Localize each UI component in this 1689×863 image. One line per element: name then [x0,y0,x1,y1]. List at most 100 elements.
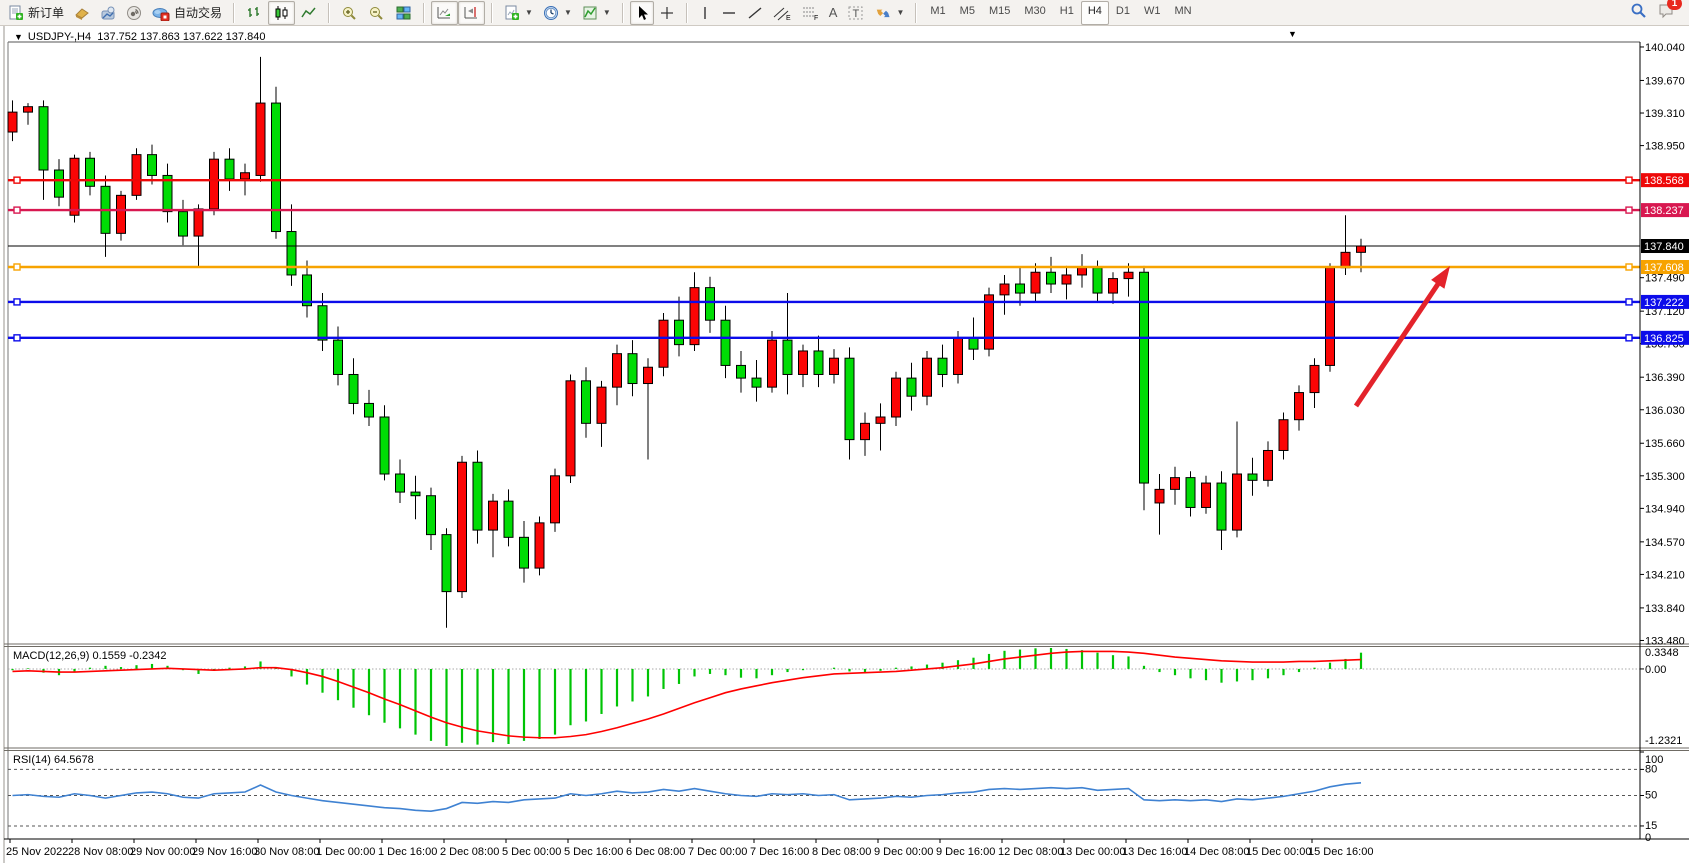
candle-bearish [969,338,978,349]
channel-tool-button[interactable]: E [768,1,796,25]
new-chart-button[interactable]: ▼ [499,1,538,25]
horizontal-line-icon [721,5,737,21]
timeframe-button-mn[interactable]: MN [1167,1,1198,25]
timeframe-button-h1[interactable]: H1 [1053,1,1081,25]
tile-windows-button[interactable] [390,1,417,25]
chart-symbol-period: USDJPY-,H4 [28,31,91,43]
toolbar-separator [622,3,624,23]
symbol-dropdown-icon[interactable]: ▼ [14,32,23,42]
candle-bearish [721,320,730,365]
crosshair-tool-button[interactable] [654,1,680,25]
cursor-icon [635,5,649,21]
candle-bullish [458,462,467,591]
vertical-line-tool-button[interactable] [694,1,716,25]
time-tick-label: 30 Nov 08:00 [254,846,319,858]
trendline-tool-button[interactable] [742,1,768,25]
time-tick-label: 2 Dec 08:00 [440,846,499,858]
arrows-icon [875,5,891,21]
search-icon[interactable] [1630,2,1647,24]
chart-menu-arrow-icon[interactable]: ▼ [1288,29,1297,39]
candle-bearish [411,492,420,496]
text-label-tool-button[interactable]: T [842,1,870,25]
line-handle[interactable] [14,264,20,270]
price-tick-label: 138.950 [1645,141,1685,153]
timeframe-button-h4[interactable]: H4 [1081,1,1109,25]
terminal-button[interactable] [95,1,121,25]
market-watch-button[interactable] [69,1,95,25]
candle-bearish [845,358,854,439]
cursor-tool-button[interactable] [630,1,654,25]
candle-bearish [334,340,343,374]
line-handle[interactable] [14,177,20,183]
svg-text:T: T [853,8,860,20]
indicators-button[interactable]: ▼ [577,1,616,25]
candle-bullish [1078,268,1087,275]
candlestick-mode-button[interactable] [268,1,295,25]
candle-bearish [1217,483,1226,530]
timeframe-button-m15[interactable]: M15 [982,1,1017,25]
macd-indicator-label: MACD(12,26,9) 0.1559 -0.2342 [13,650,166,662]
line-handle[interactable] [1626,264,1632,270]
arrows-tool-button[interactable]: ▼ [870,1,909,25]
timeframe-button-w1[interactable]: W1 [1137,1,1168,25]
zoom-in-button[interactable] [336,1,363,25]
text-label-icon: T [847,5,865,21]
line-handle[interactable] [1626,335,1632,341]
timeframe-button-m1[interactable]: M1 [923,1,952,25]
candle-bearish [473,462,482,530]
auto-scroll-button[interactable] [431,1,458,25]
time-tick-label: 15 Dec 16:00 [1308,846,1373,858]
candle-bullish [768,340,777,387]
macd-axis-zero: 0.00 [1645,664,1666,676]
chevron-down-icon: ▼ [525,8,533,17]
candle-bullish [566,381,575,476]
candle-bullish [210,159,219,209]
time-tick-label: 13 Dec 00:00 [1060,846,1125,858]
candle-bearish [1140,272,1149,483]
line-chart-mode-button[interactable] [295,1,322,25]
line-handle[interactable] [1626,207,1632,213]
new-order-button[interactable]: 新订单 [3,1,69,25]
notifications-button[interactable]: 1 [1657,2,1675,24]
period-button[interactable]: ▼ [538,1,577,25]
vertical-line-icon [699,5,711,21]
broadcast-button[interactable] [121,1,147,25]
bar-chart-mode-button[interactable] [241,1,268,25]
toolbar-separator [686,3,688,23]
clock-icon [543,5,559,21]
price-badge-label: 137.840 [1644,241,1684,253]
line-handle[interactable] [14,335,20,341]
line-handle[interactable] [1626,299,1632,305]
candle-bullish [1310,365,1319,392]
tile-windows-icon [395,5,412,21]
horizontal-line-tool-button[interactable] [716,1,742,25]
line-handle[interactable] [1626,177,1632,183]
text-tool-button[interactable]: A [824,1,843,25]
autotrading-button[interactable]: 自动交易 [147,1,227,25]
candle-bearish [520,537,529,568]
timeframe-button-d1[interactable]: D1 [1109,1,1137,25]
price-tick-label: 135.300 [1645,471,1685,483]
candle-bullish [1326,268,1335,366]
line-handle[interactable] [14,207,20,213]
market-watch-icon [74,5,90,21]
candle-bullish [1000,284,1009,295]
line-handle[interactable] [14,299,20,305]
chart-ohlc-values: 137.752 137.863 137.622 137.840 [97,31,265,43]
candle-bearish [737,365,746,378]
timeframe-button-m5[interactable]: M5 [953,1,982,25]
price-chart-svg[interactable]: 140.040139.670139.310138.950137.490137.1… [0,26,1689,863]
candle-bearish [148,155,157,176]
chart-shift-button[interactable] [458,1,485,25]
autotrading-icon [152,5,170,21]
time-tick-label: 14 Dec 08:00 [1184,846,1249,858]
zoom-out-button[interactable] [363,1,390,25]
toolbar-separator [328,3,330,23]
timeframe-button-m30[interactable]: M30 [1017,1,1052,25]
fibonacci-tool-button[interactable]: F [796,1,824,25]
candle-bullish [1233,474,1242,530]
rsi-axis-label: 15 [1645,820,1657,832]
time-tick-label: 15 Dec 00:00 [1246,846,1311,858]
terminal-icon [100,5,116,21]
candle-bullish [1279,420,1288,451]
